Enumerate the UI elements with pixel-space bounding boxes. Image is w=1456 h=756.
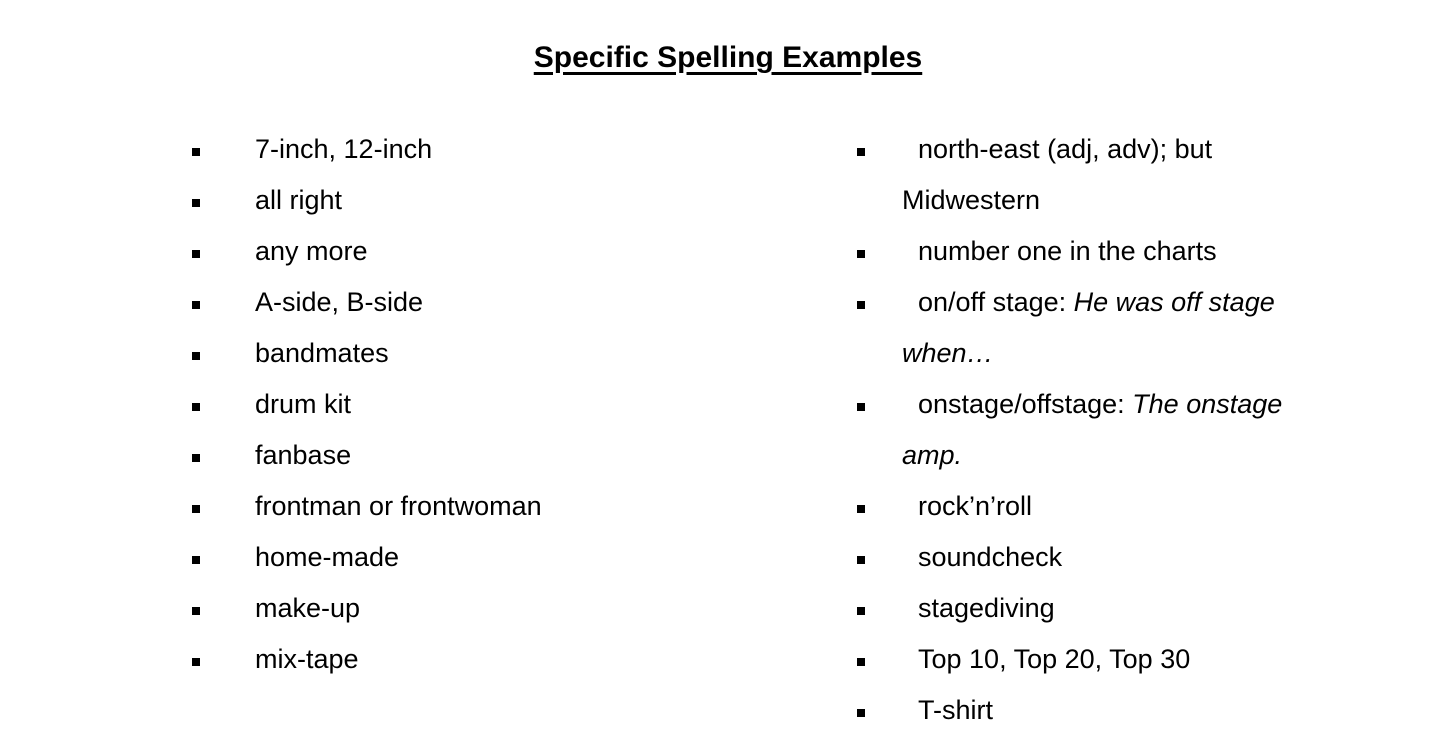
list-item-plain-text: number one in the charts bbox=[918, 236, 1217, 266]
list-item: home-made bbox=[178, 532, 798, 583]
list-item-label: frontman or frontwoman bbox=[255, 491, 542, 521]
list-item-plain-text: north-east (adj, adv); but Midwestern bbox=[902, 134, 1213, 215]
square-bullet-icon bbox=[192, 556, 200, 564]
square-bullet-icon bbox=[192, 250, 200, 258]
list-item-label: any more bbox=[255, 236, 368, 266]
square-bullet-icon bbox=[192, 658, 200, 666]
list-item-label: fanbase bbox=[255, 440, 352, 470]
list-item-plain-text: on/off stage: bbox=[918, 287, 1074, 317]
square-bullet-icon bbox=[192, 352, 200, 360]
list-item-plain-text: onstage/offstage: bbox=[918, 389, 1133, 419]
right-column: north-east (adj, adv); but Midwestern nu… bbox=[843, 124, 1343, 736]
list-item-label: mix-tape bbox=[255, 644, 359, 674]
square-bullet-icon bbox=[192, 607, 200, 615]
list-item-label: T-shirt bbox=[918, 695, 993, 725]
list-item-label: bandmates bbox=[255, 338, 389, 368]
list-item: bandmates bbox=[178, 328, 798, 379]
list-item: onstage/offstage: The onstage amp. bbox=[843, 379, 1343, 481]
list-item-label: north-east (adj, adv); but Midwestern bbox=[902, 134, 1212, 215]
list-item-label: soundcheck bbox=[918, 542, 1062, 572]
square-bullet-icon bbox=[857, 658, 865, 666]
left-column: 7-inch, 12-inch all right any more A-sid… bbox=[178, 124, 798, 685]
list-item: rock’n’roll bbox=[843, 481, 1343, 532]
list-item: frontman or frontwoman bbox=[178, 481, 798, 532]
list-item: fanbase bbox=[178, 430, 798, 481]
list-item-label: all right bbox=[255, 185, 343, 215]
square-bullet-icon bbox=[192, 505, 200, 513]
list-item-label: stagediving bbox=[918, 593, 1055, 623]
list-item-label: home-made bbox=[255, 542, 400, 572]
list-item: T-shirt bbox=[843, 685, 1343, 736]
list-item-plain-text: rock’n’roll bbox=[918, 491, 1033, 521]
list-item-label: Top 10, Top 20, Top 30 bbox=[918, 644, 1190, 674]
square-bullet-icon bbox=[192, 199, 200, 207]
square-bullet-icon bbox=[857, 505, 865, 513]
page-title: Specific Spelling Examples bbox=[533, 41, 923, 74]
list-item: make-up bbox=[178, 583, 798, 634]
title-container: Specific Spelling Examples bbox=[0, 40, 1456, 76]
square-bullet-icon bbox=[857, 403, 865, 411]
square-bullet-icon bbox=[192, 301, 200, 309]
list-item-plain-text: T-shirt bbox=[918, 695, 994, 725]
list-item-plain-text: soundcheck bbox=[918, 542, 1063, 572]
slide-canvas: Specific Spelling Examples 7-inch, 12-in… bbox=[0, 0, 1456, 756]
list-item-label: 7-inch, 12-inch bbox=[255, 134, 433, 164]
list-item-label: rock’n’roll bbox=[918, 491, 1032, 521]
right-bullet-list: north-east (adj, adv); but Midwestern nu… bbox=[843, 124, 1343, 736]
list-item: soundcheck bbox=[843, 532, 1343, 583]
list-item: mix-tape bbox=[178, 634, 798, 685]
square-bullet-icon bbox=[857, 148, 865, 156]
list-item-label: number one in the charts bbox=[918, 236, 1217, 266]
square-bullet-icon bbox=[192, 454, 200, 462]
list-item-label: on/off stage: He was off stage when… bbox=[902, 287, 1275, 368]
list-item-label: make-up bbox=[255, 593, 361, 623]
square-bullet-icon bbox=[192, 403, 200, 411]
list-item: Top 10, Top 20, Top 30 bbox=[843, 634, 1343, 685]
square-bullet-icon bbox=[857, 556, 865, 564]
list-item: stagediving bbox=[843, 583, 1343, 634]
list-item: on/off stage: He was off stage when… bbox=[843, 277, 1343, 379]
list-item: any more bbox=[178, 226, 798, 277]
left-bullet-list: 7-inch, 12-inch all right any more A-sid… bbox=[178, 124, 798, 685]
list-item: all right bbox=[178, 175, 798, 226]
list-item: number one in the charts bbox=[843, 226, 1343, 277]
square-bullet-icon bbox=[192, 148, 200, 156]
list-item: north-east (adj, adv); but Midwestern bbox=[843, 124, 1343, 226]
square-bullet-icon bbox=[857, 709, 865, 717]
list-item: A-side, B-side bbox=[178, 277, 798, 328]
square-bullet-icon bbox=[857, 301, 865, 309]
list-item: 7-inch, 12-inch bbox=[178, 124, 798, 175]
square-bullet-icon bbox=[857, 250, 865, 258]
list-item-label: onstage/offstage: The onstage amp. bbox=[902, 389, 1282, 470]
list-item-plain-text: Top 10, Top 20, Top 30 bbox=[918, 644, 1191, 674]
bullet-columns: 7-inch, 12-inch all right any more A-sid… bbox=[0, 124, 1456, 744]
list-item-plain-text: stagediving bbox=[918, 593, 1055, 623]
list-item-label: A-side, B-side bbox=[255, 287, 424, 317]
list-item: drum kit bbox=[178, 379, 798, 430]
list-item-label: drum kit bbox=[255, 389, 352, 419]
square-bullet-icon bbox=[857, 607, 865, 615]
